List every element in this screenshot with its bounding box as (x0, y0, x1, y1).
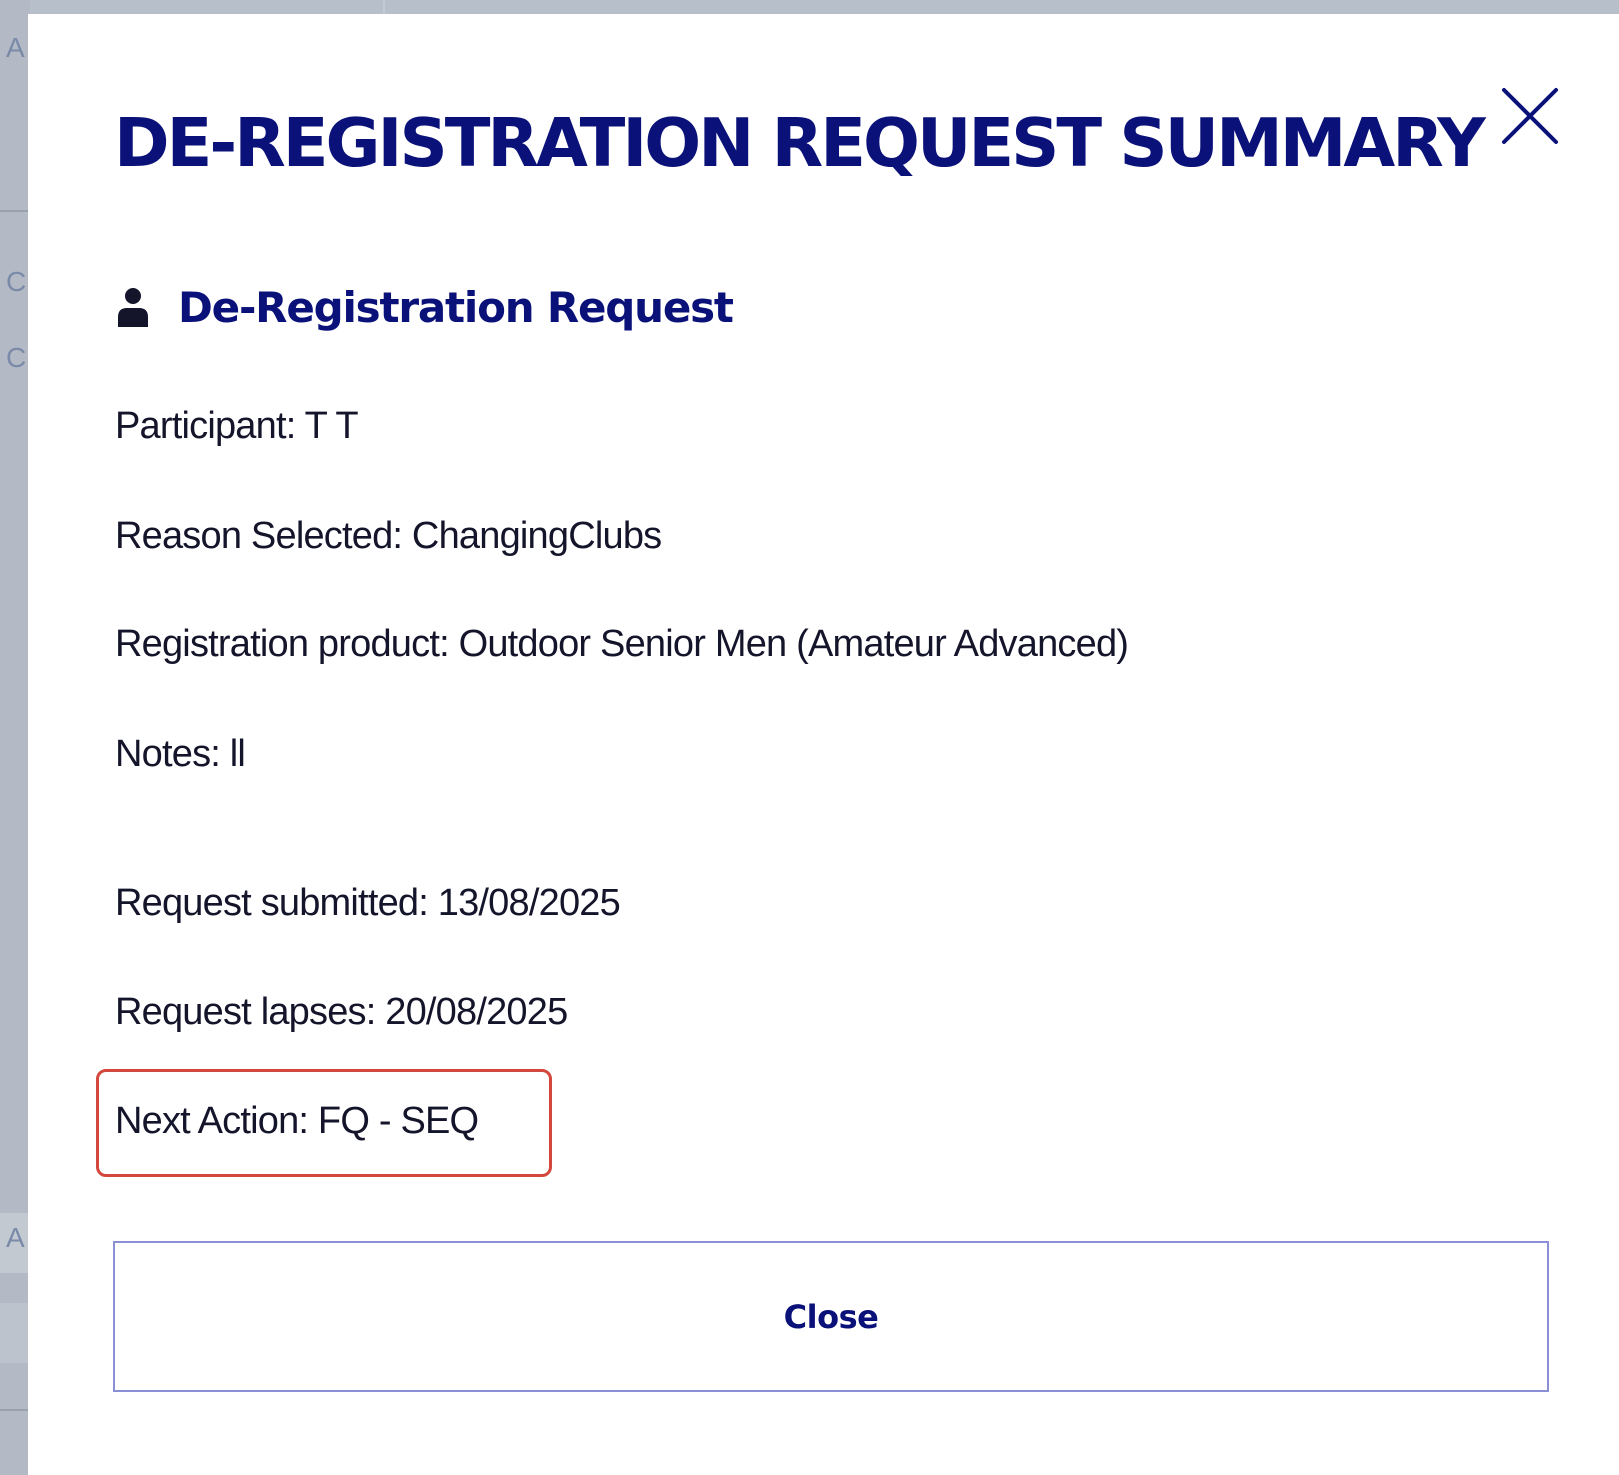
background-top-bar (30, 0, 1619, 14)
reason-field: Reason Selected: ChangingClubs (115, 515, 662, 557)
background-peek-letter: A (6, 32, 25, 63)
background-top-divider (383, 0, 385, 14)
close-icon-glyph (1502, 88, 1558, 144)
request-submitted-field: Request submitted: 13/08/2025 (115, 882, 621, 924)
close-button[interactable]: Close (113, 1241, 1549, 1392)
person-icon (118, 288, 148, 327)
background-divider (0, 1409, 30, 1411)
request-lapses-field: Request lapses: 20/08/2025 (115, 991, 568, 1033)
next-action-highlight (96, 1069, 552, 1177)
background-row-band (0, 1303, 30, 1363)
close-icon[interactable] (1500, 86, 1560, 146)
background-peek-letter: C (6, 342, 27, 373)
registration-product-field: Registration product: Outdoor Senior Men… (115, 623, 1129, 665)
section-header: De-Registration Request (116, 282, 734, 332)
modal-title: DE-REGISTRATION REQUEST SUMMARY (114, 104, 1486, 182)
background-divider (0, 210, 30, 212)
background-peek-letter: C (6, 266, 27, 297)
notes-field: Notes: ll (115, 733, 246, 775)
section-title: De-Registration Request (178, 282, 734, 332)
close-button-label: Close (783, 1297, 879, 1336)
background-peek-letter: A (6, 1222, 25, 1253)
participant-field: Participant: T T (115, 405, 359, 447)
